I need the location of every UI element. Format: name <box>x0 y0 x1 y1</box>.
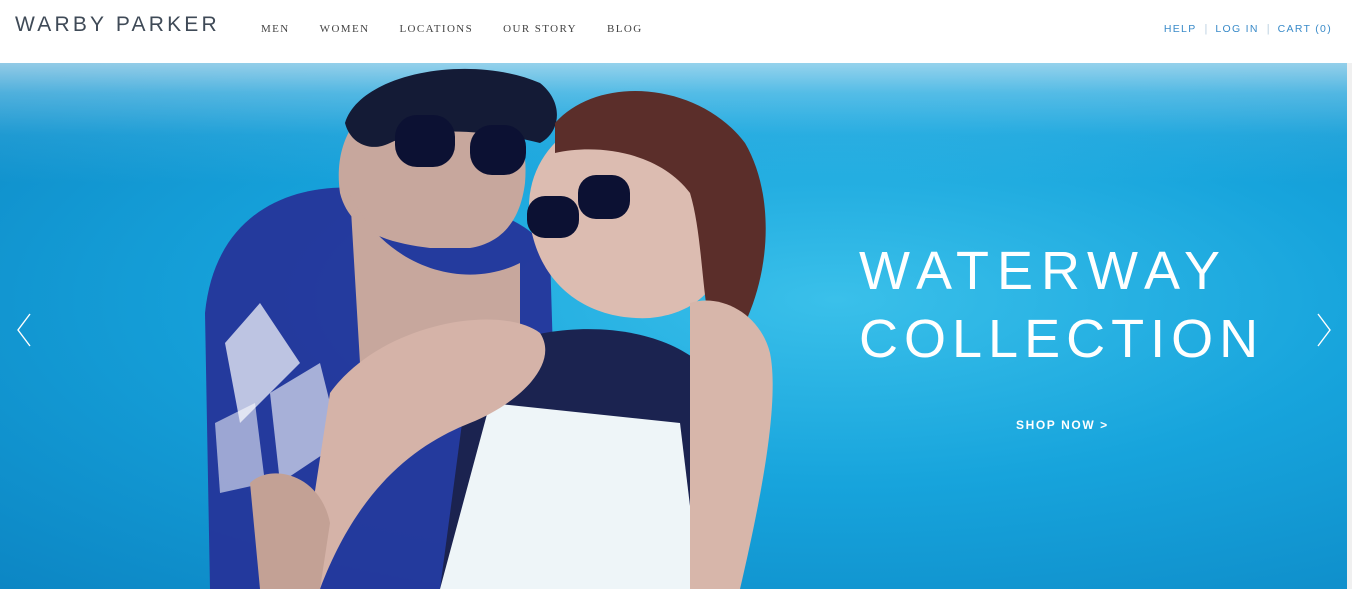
logo[interactable]: WARBY PARKER <box>15 13 220 37</box>
separator: | <box>1204 23 1208 35</box>
scrollbar[interactable] <box>1347 63 1352 589</box>
site-header: WARBY PARKER MEN WOMEN LOCATIONS OUR STO… <box>0 0 1352 63</box>
hero-title-line2: COLLECTION <box>859 309 1265 369</box>
hero-title-line1: WATERWAY <box>859 241 1228 301</box>
hero-banner[interactable]: WATERWAY COLLECTION SHOP NOW > <box>0 63 1347 589</box>
login-link[interactable]: LOG IN <box>1215 23 1258 35</box>
help-link[interactable]: HELP <box>1164 23 1197 35</box>
cart-link[interactable]: CART (0) <box>1278 23 1332 35</box>
nav-blog[interactable]: BLOG <box>607 23 643 35</box>
carousel-next-button[interactable] <box>1312 310 1334 350</box>
shop-now-link[interactable]: SHOP NOW > <box>1016 418 1109 432</box>
nav-men[interactable]: MEN <box>261 23 290 35</box>
nav-locations[interactable]: LOCATIONS <box>399 23 473 35</box>
main-nav: MEN WOMEN LOCATIONS OUR STORY BLOG <box>261 23 673 35</box>
nav-our-story[interactable]: OUR STORY <box>503 23 577 35</box>
chevron-left-icon <box>17 313 31 347</box>
chevron-right-icon <box>1317 313 1331 347</box>
nav-women[interactable]: WOMEN <box>320 23 370 35</box>
utility-nav: HELP | LOG IN | CART (0) <box>1164 23 1332 35</box>
separator: | <box>1266 23 1270 35</box>
carousel-prev-button[interactable] <box>14 310 36 350</box>
